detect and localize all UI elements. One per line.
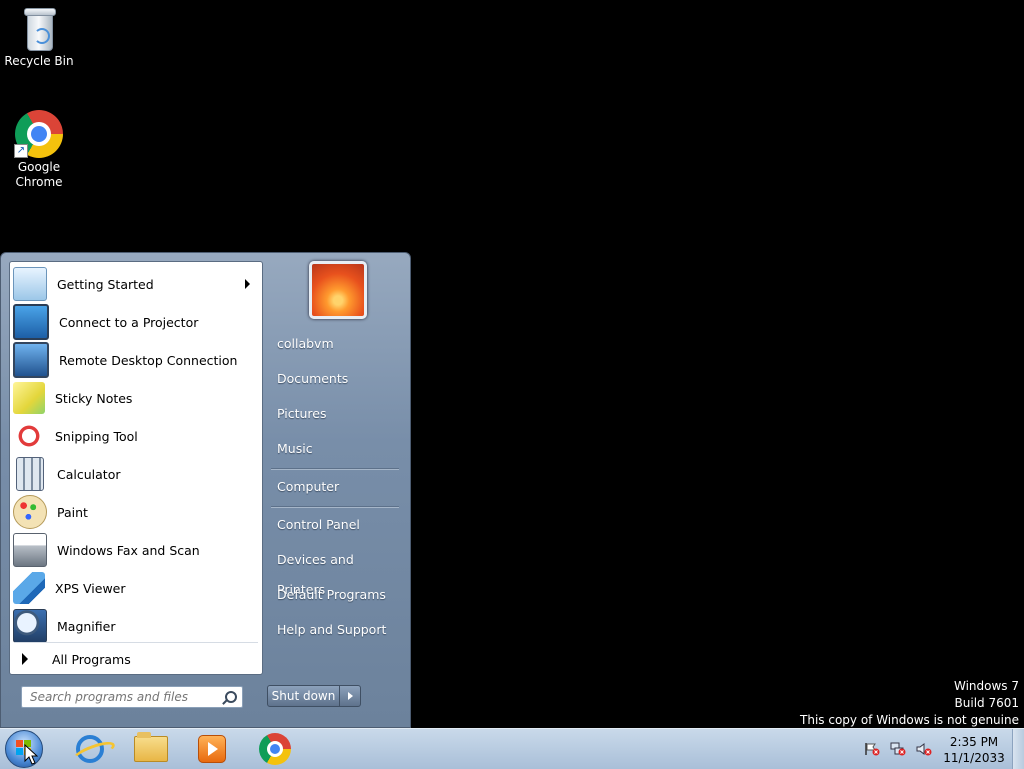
media-player-icon — [198, 735, 226, 763]
program-label: Sticky Notes — [55, 390, 133, 406]
taskbar-google-chrome[interactable] — [247, 731, 303, 767]
separator — [271, 506, 399, 508]
recycle-bin-icon — [22, 6, 56, 52]
calculator-icon — [16, 457, 44, 491]
program-label: Getting Started — [57, 276, 154, 292]
watermark-line: Windows 7 — [953, 679, 1019, 693]
program-sticky-notes[interactable]: Sticky Notes — [10, 380, 262, 416]
program-label: XPS Viewer — [55, 580, 126, 596]
start-link-computer[interactable]: Computer — [267, 472, 403, 502]
show-desktop-button[interactable] — [1012, 729, 1024, 769]
mouse-cursor-icon — [24, 744, 38, 765]
snipping-tool-icon — [13, 420, 45, 452]
shutdown-group: Shut down — [267, 685, 362, 707]
internet-explorer-icon — [76, 735, 104, 763]
expand-arrow-icon — [22, 653, 28, 665]
volume-muted-icon[interactable] — [916, 742, 932, 756]
taskbar: 2:35 PM 11/1/2033 — [0, 728, 1024, 769]
system-clock[interactable]: 2:35 PM 11/1/2033 — [938, 734, 1010, 766]
program-label: Snipping Tool — [55, 428, 138, 444]
program-remote-desktop-connection[interactable]: Remote Desktop Connection — [10, 342, 262, 378]
action-center-flag-icon[interactable] — [864, 742, 880, 756]
all-programs-button[interactable]: All Programs — [10, 644, 262, 674]
sticky-notes-icon — [13, 382, 45, 414]
search-box[interactable] — [21, 686, 243, 708]
xps-viewer-icon — [13, 572, 45, 604]
program-magnifier[interactable]: Magnifier — [10, 608, 262, 644]
windows-watermark: Windows 7 Build 7601 This copy of Window… — [800, 678, 1019, 729]
desktop-icon-label: Google Chrome — [15, 160, 63, 189]
watermark-line: This copy of Windows is not genuine — [800, 713, 1019, 727]
start-link-pictures[interactable]: Pictures — [267, 399, 403, 429]
start-link-music[interactable]: Music — [267, 434, 403, 464]
watermark-line: Build 7601 — [954, 696, 1019, 710]
submenu-arrow-icon — [245, 279, 250, 289]
start-link-documents[interactable]: Documents — [267, 364, 403, 394]
start-link-help-and-support[interactable]: Help and Support — [267, 615, 403, 645]
start-link-devices-and-printers[interactable]: Devices and Printers — [267, 545, 403, 597]
projector-icon — [13, 304, 49, 340]
fax-scan-icon — [13, 533, 47, 567]
start-link-control-panel[interactable]: Control Panel — [267, 510, 403, 540]
getting-started-icon — [13, 267, 47, 301]
separator — [14, 642, 258, 643]
remote-desktop-icon — [13, 342, 49, 378]
paint-icon — [13, 495, 47, 529]
program-connect-to-a-projector[interactable]: Connect to a Projector — [10, 304, 262, 340]
program-paint[interactable]: Paint — [10, 494, 262, 530]
taskbar-internet-explorer[interactable] — [62, 731, 118, 767]
shutdown-options-arrow-icon[interactable] — [339, 685, 361, 707]
start-link-user[interactable]: collabvm — [267, 329, 403, 359]
clock-date: 11/1/2033 — [943, 751, 1005, 765]
program-label: Paint — [57, 504, 88, 520]
separator — [271, 468, 399, 470]
program-label: Windows Fax and Scan — [57, 542, 200, 558]
search-input[interactable] — [22, 687, 220, 707]
chrome-icon — [259, 733, 291, 765]
program-xps-viewer[interactable]: XPS Viewer — [10, 570, 262, 606]
start-link-default-programs[interactable]: Default Programs — [267, 580, 403, 610]
program-calculator[interactable]: Calculator — [10, 456, 262, 492]
program-label: Connect to a Projector — [59, 314, 199, 330]
program-getting-started[interactable]: Getting Started — [10, 266, 262, 302]
start-menu: Getting Started Connect to a Projector R… — [0, 252, 411, 728]
program-windows-fax-and-scan[interactable]: Windows Fax and Scan — [10, 532, 262, 568]
desktop-icon-label: Recycle Bin — [4, 54, 74, 68]
user-picture[interactable] — [309, 261, 367, 319]
program-label: Magnifier — [57, 618, 116, 634]
desktop-icon-recycle-bin[interactable]: Recycle Bin — [0, 6, 79, 69]
program-snipping-tool[interactable]: Snipping Tool — [10, 418, 262, 454]
clock-time: 2:35 PM — [949, 735, 999, 749]
program-label: Remote Desktop Connection — [59, 352, 238, 368]
all-programs-label: All Programs — [52, 651, 131, 667]
shortcut-arrow-icon: ↗ — [14, 144, 28, 158]
program-label: Calculator — [57, 466, 121, 482]
search-icon[interactable] — [225, 691, 237, 703]
desktop-icon-google-chrome[interactable]: Google Chrome — [0, 110, 79, 190]
magnifier-icon — [13, 609, 47, 643]
shutdown-button[interactable]: Shut down — [267, 685, 340, 707]
taskbar-media-player[interactable] — [184, 731, 240, 767]
taskbar-windows-explorer[interactable] — [123, 731, 179, 767]
network-icon[interactable] — [890, 742, 906, 756]
windows-explorer-icon — [134, 732, 168, 762]
start-menu-programs-pane: Getting Started Connect to a Projector R… — [9, 261, 263, 675]
